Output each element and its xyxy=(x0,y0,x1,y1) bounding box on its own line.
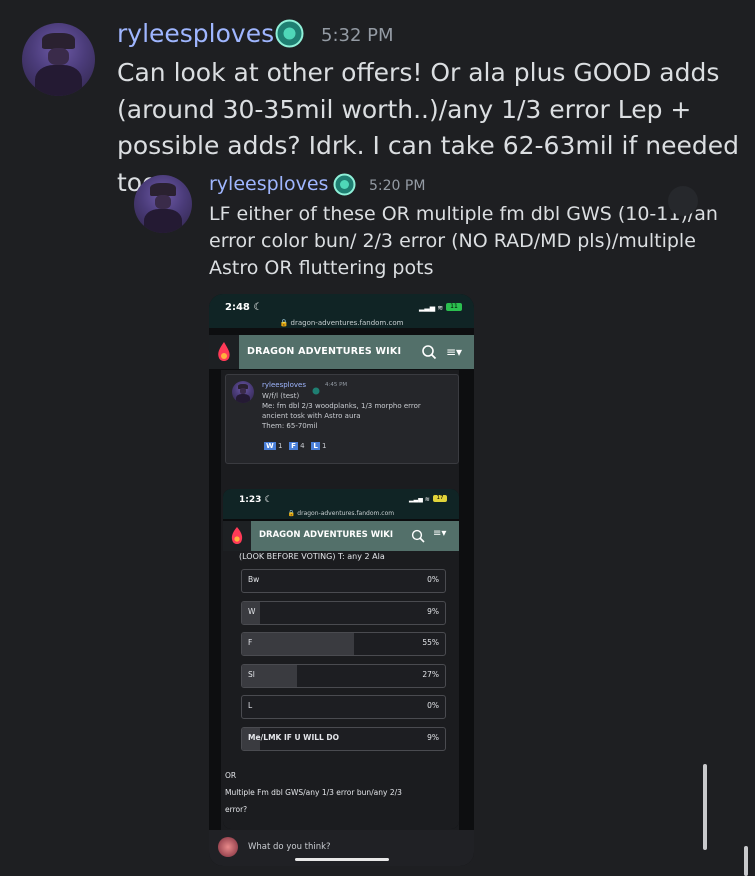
message-line: Astro OR fluttering pots xyxy=(209,257,434,279)
footer-line: Multiple Fm dbl GWS/any 1/3 error bun/an… xyxy=(225,788,402,797)
fandom-logo-icon xyxy=(209,335,239,369)
poll-option-label: Sl xyxy=(248,669,255,679)
poll-option-label: Me/LMK IF U WILL DO xyxy=(248,732,340,742)
poll-option-percent: 0% xyxy=(427,701,439,710)
post-line: ancient tosk with Astro aura xyxy=(262,412,361,420)
avatar xyxy=(232,381,254,403)
message-line: error color bun/ 2/3 error (NO RAD/MD pl… xyxy=(209,230,696,252)
menu-icon: ≡▾ xyxy=(433,528,447,539)
comment-input[interactable]: What do you think? xyxy=(248,842,331,852)
wiki-title: DRAGON ADVENTURES WIKI xyxy=(259,530,394,540)
username[interactable]: ryleesploves xyxy=(117,19,274,48)
timestamp: 4:45 PM xyxy=(325,382,348,388)
reaction-f: F 4 xyxy=(289,442,305,450)
battery-icon: 11 xyxy=(446,303,462,311)
embedded-post: ryleesploves 4:45 PM W/f/l (test) Me: fm… xyxy=(225,374,459,464)
phone-time: 1:23 ☾ xyxy=(239,495,273,505)
username[interactable]: ryleesploves xyxy=(209,173,328,195)
poll-fill-bar xyxy=(242,633,354,655)
more-options-icon[interactable] xyxy=(668,186,698,216)
poll-option-label: Bw xyxy=(248,575,260,584)
poll-option-label: W xyxy=(248,606,256,616)
search-icon[interactable] xyxy=(421,344,437,364)
fandom-logo-icon xyxy=(223,521,251,551)
server-badge-icon xyxy=(275,19,304,52)
poll-option[interactable]: W 9% xyxy=(241,600,446,625)
signal-icon: ▂▃▅ ≋ xyxy=(419,304,444,312)
message-line: (around 30-35mil worth..)/any 1/3 error … xyxy=(117,94,692,124)
poll-option-label: F xyxy=(248,638,253,647)
home-indicator xyxy=(295,858,389,861)
post-line: Them: 65-70mil xyxy=(262,422,318,430)
url-bar: 🔒 dragon-adventures.fandom.com xyxy=(279,319,404,327)
signal-icon: ▂▃▅ ≋ xyxy=(409,496,430,503)
scrollbar[interactable] xyxy=(744,846,748,876)
menu-icon[interactable]: ≡▾ xyxy=(446,345,462,359)
scrollbar[interactable] xyxy=(703,764,707,850)
timestamp: 5:20 PM xyxy=(369,178,426,194)
poll-option[interactable]: Bw 0% xyxy=(241,569,446,593)
poll-option[interactable]: F 55% xyxy=(241,632,446,656)
avatar[interactable] xyxy=(22,23,95,96)
avatar xyxy=(218,837,238,857)
avatar[interactable] xyxy=(134,175,192,233)
poll-option-percent: 9% xyxy=(427,732,439,742)
message-text: LF either of these OR multiple fm dbl GW… xyxy=(209,201,749,282)
username: ryleesploves xyxy=(262,381,306,389)
poll-option[interactable]: Sl 27% xyxy=(241,663,446,688)
image-attachment[interactable]: 2:48 ☾ ▂▃▅ ≋ 11 🔒 dragon-adventures.fand… xyxy=(209,294,474,866)
url-bar: 🔒 dragon-adventures.fandom.com xyxy=(287,510,395,517)
poll-option[interactable]: L 0% xyxy=(241,695,446,719)
poll-option-label: L xyxy=(248,701,253,710)
search-icon xyxy=(411,528,425,547)
post-line: W/f/l (test) xyxy=(262,392,300,400)
footer-line: OR xyxy=(225,771,237,780)
nested-screenshot: 1:23 ☾ ▂▃▅ ≋ 17 🔒 dragon-adventures.fand… xyxy=(223,489,459,829)
post-footer: OR Multiple Fm dbl GWS/any 1/3 error bun… xyxy=(225,767,402,818)
reaction-l: L 1 xyxy=(311,442,327,450)
reactions: W 1 F 4 L 1 xyxy=(264,442,326,450)
wiki-title: DRAGON ADVENTURES WIKI xyxy=(247,346,402,357)
poll-header: (LOOK BEFORE VOTING) T: any 2 Ala xyxy=(239,552,385,561)
battery-icon: 17 xyxy=(433,495,447,502)
timestamp: 5:32 PM xyxy=(321,25,394,46)
poll-option-percent: 9% xyxy=(427,606,439,616)
footer-line: error? xyxy=(225,805,248,814)
reaction-w: W 1 xyxy=(264,442,283,450)
post-line: Me: fm dbl 2/3 woodplanks, 1/3 morpho er… xyxy=(262,402,421,410)
message-line: Can look at other offers! Or ala plus GO… xyxy=(117,58,720,87)
poll-option-percent: 0% xyxy=(427,575,439,584)
poll-option-percent: 55% xyxy=(422,638,439,647)
poll-option-percent: 27% xyxy=(422,669,439,679)
post-text: W/f/l (test) Me: fm dbl 2/3 woodplanks, … xyxy=(262,391,421,431)
poll-option[interactable]: Me/LMK IF U WILL DO 9% xyxy=(241,726,446,751)
phone-time: 2:48 ☾ xyxy=(225,302,263,313)
server-badge-icon xyxy=(333,173,356,200)
